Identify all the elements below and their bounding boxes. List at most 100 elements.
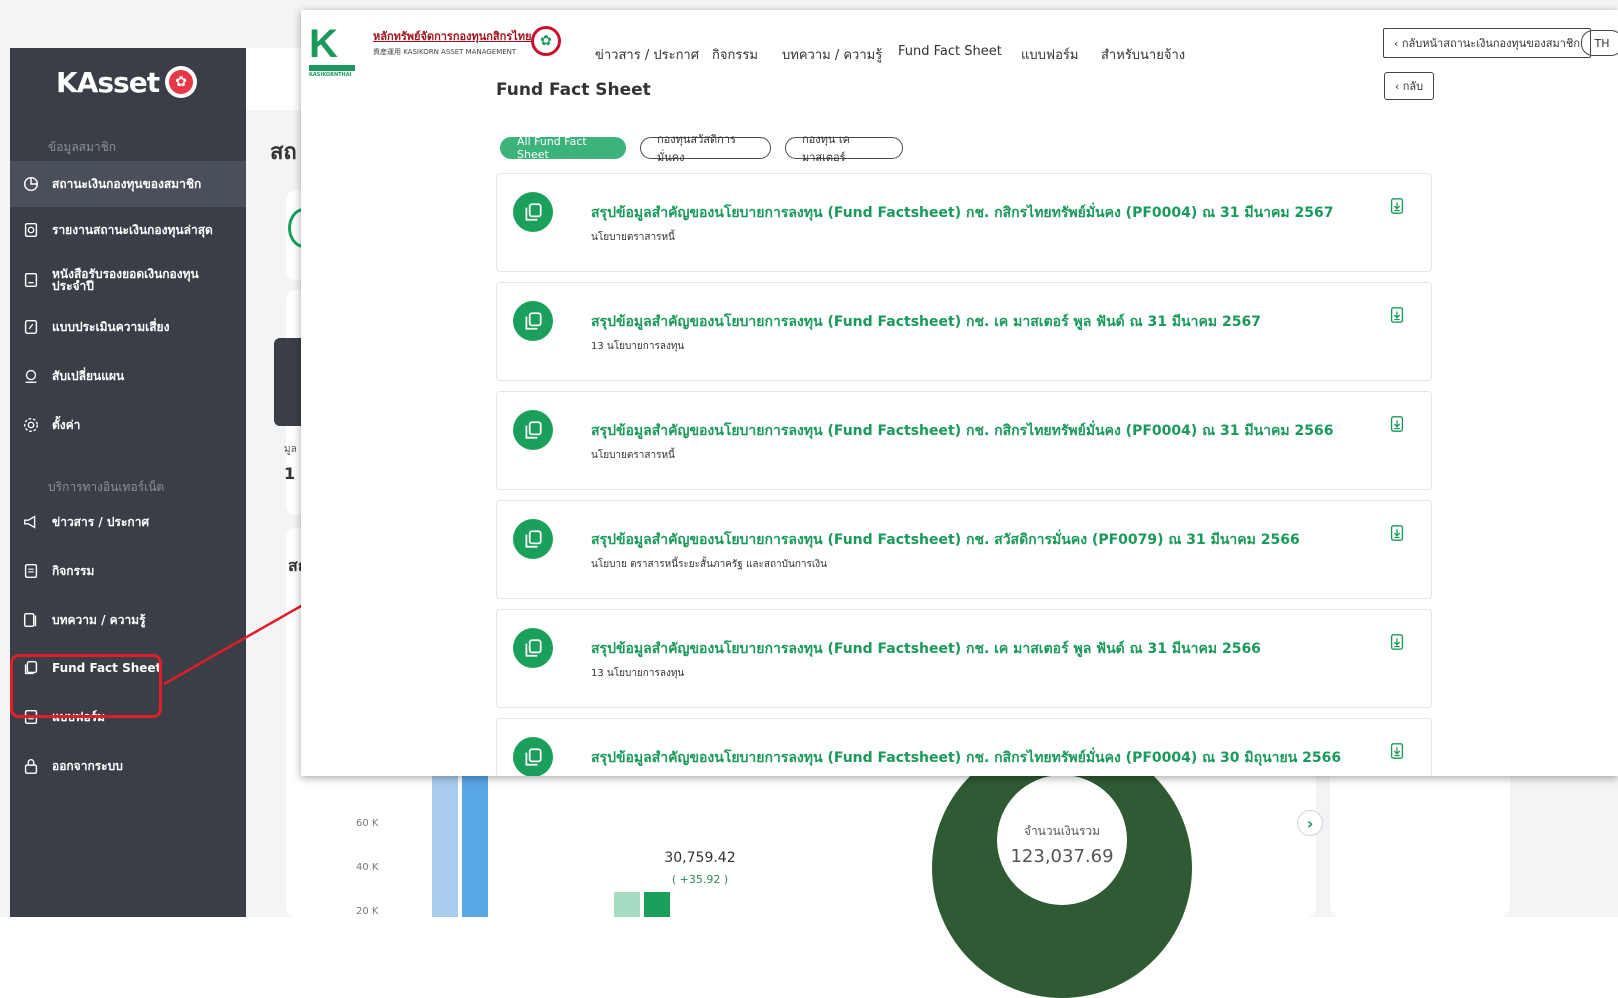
fund-card[interactable]: สรุปข้อมูลสำคัญของนโยบายการลงทุน (Fund F…: [496, 391, 1432, 490]
sidebar-item-activities[interactable]: กิจกรรม: [10, 551, 246, 591]
fund-card-subtitle: 13 นโยบายการลงทุน: [591, 668, 685, 679]
background-partial-number: 1: [284, 464, 296, 483]
megaphone-icon: [20, 511, 42, 533]
fund-card-title[interactable]: สรุปข้อมูลสำคัญของนโยบายการลงทุน (Fund F…: [591, 529, 1300, 551]
language-toggle[interactable]: TH: [1581, 30, 1618, 56]
sidebar-item-annual-certificate[interactable]: หนังสือรับรองยอดเงินกองทุน ประจำปี: [10, 258, 246, 302]
sidebar-item-news[interactable]: ข่าวสาร / ประกาศ: [10, 502, 246, 542]
document-copy-icon: [513, 192, 553, 232]
annotation-highlight-box: [10, 654, 162, 718]
brand-text: หลักทรัพย์จัดการกองทุนกสิกรไทย 資産運用 KASI…: [373, 27, 531, 57]
article-icon: [20, 609, 42, 631]
gear-icon: [20, 414, 42, 436]
sidebar-item-label: แบบประเมินความเสี่ยง: [52, 320, 170, 334]
fund-card[interactable]: สรุปข้อมูลสำคัญของนโยบายการลงทุน (Fund F…: [496, 282, 1432, 381]
document-copy-icon: [513, 410, 553, 450]
report-icon: [20, 219, 42, 241]
risk-form-icon: [20, 316, 42, 338]
sidebar-item-settings[interactable]: ตั้งค่า: [10, 405, 246, 445]
sidebar-item-articles[interactable]: บทความ / ความรู้: [10, 600, 246, 640]
logo-subtext: KASIKORNTHAI: [309, 72, 352, 78]
chart-bar: [462, 770, 488, 917]
sidebar-item-label: หนังสือรับรองยอดเงินกองทุน ประจำปี: [52, 267, 199, 293]
nav-employer[interactable]: สำหรับนายจ้าง: [1101, 44, 1185, 65]
activity-icon: [20, 560, 42, 582]
kbank-leaf-icon: ✿: [165, 66, 198, 98]
document-copy-icon: [513, 628, 553, 668]
y-tick: 60 K: [356, 818, 379, 829]
document-copy-icon: [513, 519, 553, 559]
nav-fund-fact-sheet[interactable]: Fund Fact Sheet: [898, 44, 1002, 59]
background-right-card: [1330, 760, 1510, 917]
fund-card[interactable]: สรุปข้อมูลสำคัญของนโยบายการลงทุน (Fund F…: [496, 718, 1432, 776]
chart-delta-label: ( +35.92 ): [671, 873, 729, 886]
fund-card-title[interactable]: สรุปข้อมูลสำคัญของนโยบายการลงทุน (Fund F…: [591, 202, 1333, 224]
chart-bar: [614, 892, 640, 917]
nav-forms[interactable]: แบบฟอร์ม: [1021, 44, 1078, 65]
sidebar-item-label: ออกจากระบบ: [52, 759, 123, 773]
chart-bar: [432, 770, 458, 917]
kasikorn-k-logo[interactable]: K KASIKORNTHAI: [309, 24, 359, 78]
sidebar-section-member: ข้อมูลสมาชิก: [48, 140, 117, 154]
download-icon[interactable]: [1387, 414, 1407, 434]
logo-text: KAsset: [56, 65, 160, 99]
nav-activities[interactable]: กิจกรรม: [712, 44, 758, 65]
download-icon[interactable]: [1387, 305, 1407, 325]
background-partial-label: มูล: [284, 444, 297, 455]
y-tick: 40 K: [356, 862, 379, 873]
lock-icon: [20, 755, 42, 777]
sidebar: KAsset ✿ ข้อมูลสมาชิก สถานะเงินกองทุนของ…: [10, 48, 246, 917]
donut-total-label: จำนวนเงินรวม: [1023, 824, 1101, 838]
background-partial-title: สถ: [270, 140, 297, 165]
fund-card[interactable]: สรุปข้อมูลสำคัญของนโยบายการลงทุน (Fund F…: [496, 500, 1432, 599]
download-icon[interactable]: [1387, 741, 1407, 761]
site-header: K KASIKORNTHAI หลักทรัพย์จัดการกองทุนกสิ…: [301, 10, 1618, 78]
fund-card-title[interactable]: สรุปข้อมูลสำคัญของนโยบายการลงทุน (Fund F…: [591, 311, 1261, 333]
page-title: Fund Fact Sheet: [496, 80, 651, 100]
sidebar-item-switch-plan[interactable]: สับเปลี่ยนแผน: [10, 356, 246, 396]
sidebar-item-logout[interactable]: ออกจากระบบ: [10, 746, 246, 786]
chevron-right-icon[interactable]: ›: [1297, 810, 1323, 836]
sidebar-item-label: ข่าวสาร / ประกาศ: [52, 515, 150, 529]
nav-articles[interactable]: บทความ / ความรู้: [782, 44, 882, 65]
download-icon[interactable]: [1387, 523, 1407, 543]
sidebar-item-label: สถานะเงินกองทุนของสมาชิก: [52, 177, 202, 191]
download-icon[interactable]: [1387, 632, 1407, 652]
sidebar-section-internet: บริการทางอินเทอร์เน็ต: [48, 480, 165, 494]
download-icon[interactable]: [1387, 196, 1407, 216]
brand-english-name: 資産運用 KASIKORN ASSET MANAGEMENT: [373, 48, 517, 56]
back-to-member-status-button[interactable]: ‹ กลับหน้าสถานะเงินกองทุนของสมาชิก: [1383, 28, 1592, 58]
fund-card-subtitle: นโยบายตราสารหนี้: [591, 450, 675, 461]
fund-card-title[interactable]: สรุปข้อมูลสำคัญของนโยบายการลงทุน (Fund F…: [591, 420, 1333, 442]
pie-chart-icon: [20, 173, 42, 195]
sidebar-item-label: ตั้งค่า: [52, 418, 81, 432]
chart-value-label: 30,759.42: [664, 850, 736, 866]
filter-all-fund-fact-sheet[interactable]: All Fund Fact Sheet: [500, 135, 626, 161]
sidebar-item-latest-report[interactable]: รายงานสถานะเงินกองทุนล่าสุด: [10, 210, 246, 250]
back-button[interactable]: ‹ กลับ: [1384, 72, 1434, 100]
sidebar-item-risk-assessment[interactable]: แบบประเมินความเสี่ยง: [10, 307, 246, 347]
brand-thai-name: หลักทรัพย์จัดการกองทุนกสิกรไทย: [373, 30, 532, 43]
nav-news[interactable]: ข่าวสาร / ประกาศ: [595, 44, 699, 65]
fund-card-title[interactable]: สรุปข้อมูลสำคัญของนโยบายการลงทุน (Fund F…: [591, 638, 1261, 660]
document-copy-icon: [513, 737, 553, 776]
fund-card[interactable]: สรุปข้อมูลสำคัญของนโยบายการลงทุน (Fund F…: [496, 173, 1432, 272]
filter-k-master-fund[interactable]: กองทุน เค มาสเตอร์: [785, 133, 903, 164]
certificate-icon: [20, 269, 42, 291]
kbank-leaf-icon: ✿: [531, 26, 561, 56]
sidebar-item-label: บทความ / ความรู้: [52, 613, 146, 627]
sidebar-item-member-status[interactable]: สถานะเงินกองทุนของสมาชิก: [10, 161, 246, 207]
y-tick: 20 K: [356, 906, 379, 917]
kasset-logo: KAsset ✿: [56, 62, 198, 102]
fund-card-subtitle: นโยบาย ตราสารหนี้ระยะสั้นภาครัฐ และสถาบั…: [591, 559, 828, 570]
switch-plan-icon: [20, 365, 42, 387]
fund-card-title[interactable]: สรุปข้อมูลสำคัญของนโยบายการลงทุน (Fund F…: [591, 747, 1341, 769]
fund-fact-sheet-window: K KASIKORNTHAI หลักทรัพย์จัดการกองทุนกสิ…: [301, 10, 1618, 776]
sidebar-item-label: สับเปลี่ยนแผน: [52, 369, 125, 383]
sidebar-item-label: กิจกรรม: [52, 564, 95, 578]
sidebar-item-label: รายงานสถานะเงินกองทุนล่าสุด: [52, 223, 213, 237]
fund-card[interactable]: สรุปข้อมูลสำคัญของนโยบายการลงทุน (Fund F…: [496, 609, 1432, 708]
document-copy-icon: [513, 301, 553, 341]
fund-card-subtitle: นโยบายตราสารหนี้: [591, 232, 675, 243]
filter-welfare-fund[interactable]: กองทุนสวัสดิการมั่นคง: [640, 133, 771, 164]
